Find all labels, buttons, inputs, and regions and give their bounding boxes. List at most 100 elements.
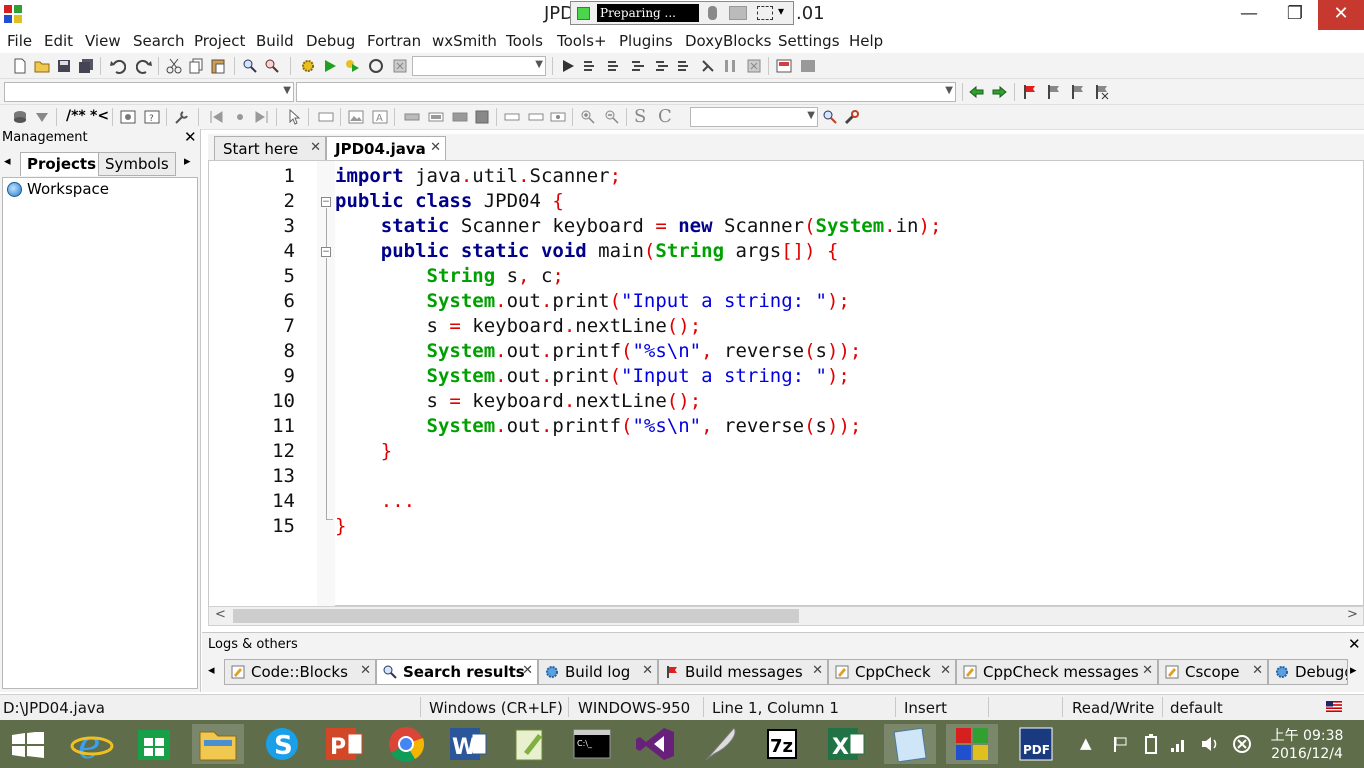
menu-edit[interactable]: Edit [44, 32, 73, 50]
menu-tools-plus[interactable]: Tools+ [557, 32, 607, 50]
first-icon[interactable] [208, 109, 224, 125]
tab-debugger[interactable]: Debugger [1268, 659, 1348, 685]
quill-icon[interactable] [694, 724, 746, 764]
find-icon[interactable] [242, 58, 258, 74]
last-icon[interactable] [254, 109, 270, 125]
pause-icon[interactable] [722, 58, 738, 74]
logs-scroll-right[interactable]: ▸ [1350, 663, 1357, 678]
tab-cscope[interactable]: Cscope ✕ [1158, 659, 1268, 685]
menu-tools[interactable]: Tools [506, 32, 543, 50]
project-tree[interactable]: Workspace [2, 177, 198, 689]
microphone-icon[interactable] [708, 6, 717, 20]
action-center-flag-icon[interactable] [1112, 736, 1128, 752]
tab-cppcheck[interactable]: CppCheck ✕ [828, 659, 956, 685]
command-prompt-icon[interactable]: C:\_ [566, 724, 618, 764]
menu-debug[interactable]: Debug [306, 32, 355, 50]
block-comment-button[interactable]: /** [66, 108, 86, 124]
ie-icon[interactable]: e [66, 723, 118, 767]
menu-search[interactable]: Search [133, 32, 185, 50]
codeblocks-taskbar-icon[interactable] [946, 724, 998, 764]
vbox-icon[interactable] [428, 109, 444, 125]
debug-info-icon[interactable] [800, 58, 816, 74]
scope-combo[interactable]: ▼ [4, 82, 294, 102]
chrome-icon[interactable] [380, 724, 432, 764]
tab-close-icon[interactable]: ✕ [642, 663, 653, 678]
next-instruction-icon[interactable] [676, 58, 692, 74]
abort-icon[interactable] [392, 58, 408, 74]
redo-icon[interactable] [136, 58, 152, 74]
tab-close-icon[interactable]: ✕ [812, 663, 823, 678]
menu-file[interactable]: File [7, 32, 32, 50]
tab-scroll-left[interactable]: ◂ [4, 154, 11, 169]
jump-forward-icon[interactable] [992, 84, 1008, 100]
tab-cppcheck-messages[interactable]: CppCheck messages ✕ [956, 659, 1158, 685]
store-icon[interactable] [128, 724, 180, 764]
scroll-right-icon[interactable]: > [1347, 607, 1358, 622]
chm-docs-icon[interactable]: ? [144, 109, 160, 125]
box-sizer-icon[interactable] [550, 109, 566, 125]
maximize-button[interactable]: ❐ [1272, 0, 1318, 30]
debug-start-icon[interactable] [560, 58, 576, 74]
paste-icon[interactable] [210, 58, 226, 74]
visual-studio-icon[interactable] [630, 724, 682, 764]
ime-close-icon[interactable] [1232, 734, 1252, 754]
tray-overflow-icon[interactable]: ▲ [1080, 734, 1092, 752]
windows-start-icon[interactable] [12, 732, 44, 758]
tab-search-results[interactable]: Search results ✕ [376, 659, 538, 685]
menu-fortran[interactable]: Fortran [367, 32, 421, 50]
build-run-icon[interactable] [344, 58, 360, 74]
doxy-settings-icon[interactable] [174, 109, 190, 125]
line-comment-button[interactable]: *< [90, 108, 109, 124]
menu-doxyblocks[interactable]: DoxyBlocks [685, 32, 771, 50]
step-instruction-icon[interactable] [700, 58, 716, 74]
html-docs-icon[interactable] [120, 109, 136, 125]
undo-icon[interactable] [110, 58, 126, 74]
jump-back-icon[interactable] [968, 84, 984, 100]
notepad-plus-plus-icon[interactable] [504, 724, 556, 764]
build-target-combo[interactable]: ▼ [412, 56, 546, 76]
selection-icon[interactable] [757, 6, 773, 20]
spacer-icon[interactable] [504, 109, 520, 125]
logs-scroll-left[interactable]: ◂ [208, 663, 215, 678]
cut-icon[interactable] [166, 58, 182, 74]
tab-close-icon[interactable]: ✕ [522, 663, 533, 678]
file-explorer-icon[interactable] [192, 724, 244, 764]
tab-close-icon[interactable]: ✕ [430, 140, 441, 155]
horizontal-scrollbar[interactable]: < > [208, 606, 1364, 626]
menu-help[interactable]: Help [849, 32, 883, 50]
open-folder-icon[interactable] [34, 58, 50, 74]
skype-icon[interactable]: S [256, 724, 308, 764]
function-combo[interactable]: ▼ [296, 82, 956, 102]
flexgrid-icon[interactable] [474, 109, 490, 125]
menu-project[interactable]: Project [194, 32, 245, 50]
tab-close-icon[interactable]: ✕ [310, 140, 321, 155]
panel-icon[interactable] [318, 109, 334, 125]
pdf-viewer-icon[interactable]: PDF [1010, 724, 1062, 764]
tab-jpd04-java[interactable]: JPD04.java ✕ [326, 136, 446, 160]
stop-debug-icon[interactable] [746, 58, 762, 74]
menu-settings[interactable]: Settings [778, 32, 840, 50]
extract-docs-icon[interactable] [34, 109, 50, 125]
excel-icon[interactable]: X [820, 724, 872, 764]
dot-icon[interactable] [232, 109, 248, 125]
search-combo[interactable]: ▼ [690, 107, 818, 127]
s-icon[interactable]: S [634, 106, 646, 127]
run-icon[interactable] [322, 58, 338, 74]
replace-icon[interactable] [264, 58, 280, 74]
pointer-icon[interactable] [286, 109, 302, 125]
powerpoint-icon[interactable]: P [318, 724, 370, 764]
zoom-out-icon[interactable] [604, 109, 620, 125]
tab-start-here[interactable]: Start here ✕ [214, 136, 326, 160]
tab-close-icon[interactable]: ✕ [1252, 663, 1263, 678]
sizer-icon[interactable] [528, 109, 544, 125]
codeblocks-app-icon[interactable] [4, 5, 22, 23]
fold-toggle-class[interactable]: − [321, 197, 331, 207]
tab-scroll-right[interactable]: ▸ [184, 154, 191, 169]
next-line-icon[interactable] [606, 58, 622, 74]
grid-icon[interactable] [452, 109, 468, 125]
run-to-cursor-icon[interactable] [582, 58, 598, 74]
tab-build-log[interactable]: Build log ✕ [538, 659, 658, 685]
zoom-in-icon[interactable] [580, 109, 596, 125]
copy-icon[interactable] [188, 58, 204, 74]
tab-build-messages[interactable]: Build messages ✕ [658, 659, 828, 685]
